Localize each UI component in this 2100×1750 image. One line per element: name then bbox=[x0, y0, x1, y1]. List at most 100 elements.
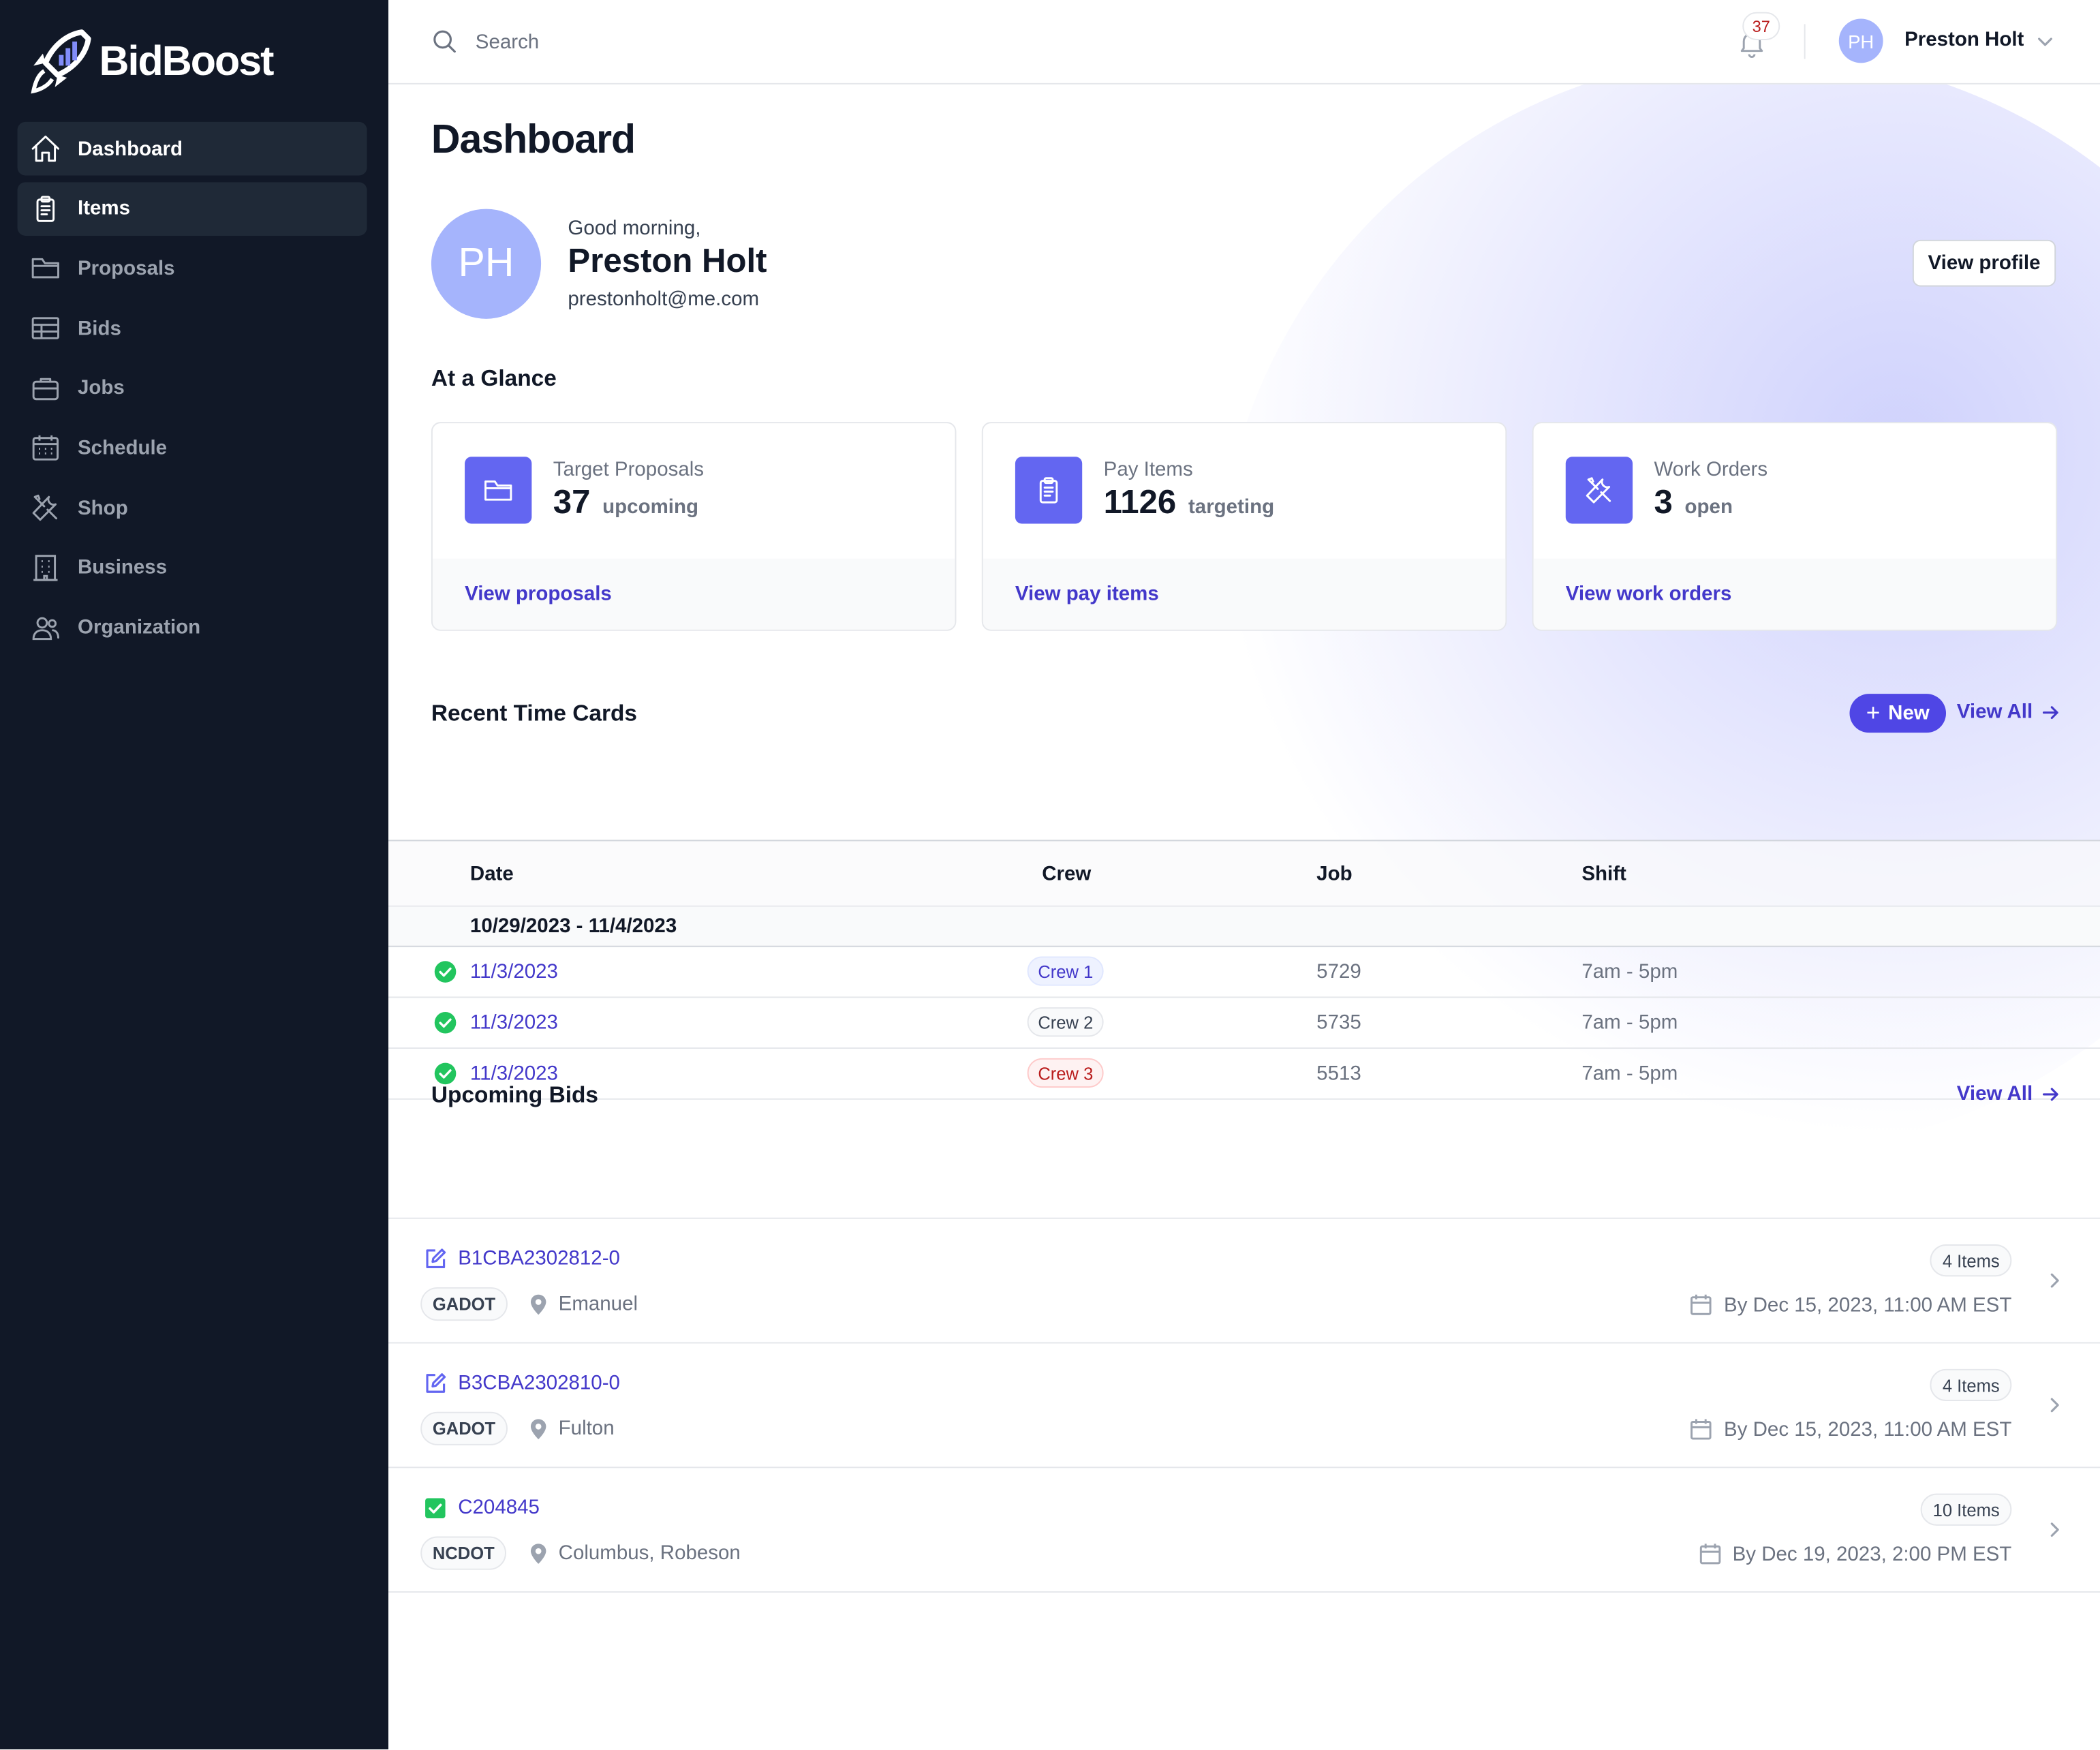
profile-name: Preston Holt bbox=[568, 242, 767, 280]
column-header-date[interactable]: Date bbox=[470, 863, 514, 885]
upcoming-bids-view-all-link[interactable]: View All bbox=[1957, 1082, 2061, 1105]
calendar-icon bbox=[1690, 1419, 1712, 1440]
view-pay-items-link[interactable]: View pay items bbox=[1015, 583, 1159, 605]
card-number: 1126 bbox=[1103, 483, 1177, 521]
card-label: Pay Items bbox=[1103, 458, 1193, 481]
greeting-text: Good morning, bbox=[568, 217, 701, 240]
view-proposals-link[interactable]: View proposals bbox=[465, 583, 612, 605]
view-work-orders-link[interactable]: View work orders bbox=[1566, 583, 1732, 605]
sidebar-item-bids[interactable]: Bids bbox=[18, 301, 367, 355]
folder-icon bbox=[31, 258, 59, 279]
table-header: Date Crew Job Shift bbox=[388, 840, 2100, 907]
view-profile-button[interactable]: View profile bbox=[1912, 239, 2056, 287]
bid-id-link[interactable]: B1CBA2302812-0 bbox=[458, 1247, 620, 1270]
items-count-badge: 10 Items bbox=[1920, 1493, 2012, 1526]
crew-badge: Crew 1 bbox=[1027, 956, 1105, 986]
bid-location: Fulton bbox=[558, 1417, 615, 1441]
sidebar-item-label: Jobs bbox=[78, 376, 125, 400]
time-card-date-link[interactable]: 11/3/2023 bbox=[470, 1011, 558, 1034]
sidebar-item-schedule[interactable]: Schedule bbox=[18, 421, 367, 475]
sidebar-item-label: Items bbox=[78, 197, 131, 220]
map-pin-icon bbox=[530, 1419, 546, 1440]
check-square-icon bbox=[425, 1498, 446, 1519]
new-time-card-button[interactable]: + New bbox=[1849, 694, 1947, 733]
sidebar-item-proposals[interactable]: Proposals bbox=[18, 242, 367, 296]
items-count-badge: 4 Items bbox=[1930, 1244, 2012, 1277]
home-icon bbox=[31, 136, 59, 162]
sidebar-item-shop[interactable]: Shop bbox=[18, 481, 367, 535]
main-content: 37 PH Preston Holt Dashboard PH Good mor… bbox=[388, 0, 2100, 1750]
sidebar-item-jobs[interactable]: Jobs bbox=[18, 361, 367, 415]
job-number: 5729 bbox=[1316, 960, 1361, 983]
notification-count-badge: 37 bbox=[1742, 12, 1780, 40]
time-cards-view-all-link[interactable]: View All bbox=[1957, 701, 2061, 723]
column-header-crew[interactable]: Crew bbox=[1042, 863, 1091, 885]
user-name[interactable]: Preston Holt bbox=[1904, 28, 2024, 50]
pay-items-card: Pay Items 1126 targeting View pay items bbox=[981, 422, 1507, 631]
sidebar-item-label: Business bbox=[78, 556, 168, 579]
card-icon-box bbox=[465, 457, 532, 524]
clipboard-icon bbox=[1039, 477, 1058, 504]
check-circle-icon bbox=[434, 1011, 457, 1034]
sidebar-item-label: Proposals bbox=[78, 257, 175, 280]
crew-badge: Crew 2 bbox=[1027, 1007, 1105, 1037]
sidebar-item-items[interactable]: Items bbox=[17, 181, 367, 236]
app-logo[interactable]: BidBoost bbox=[0, 27, 388, 96]
bid-row[interactable]: B3CBA2302810-0 GADOT Fulton 4 Items By D… bbox=[388, 1343, 2100, 1469]
building-icon bbox=[33, 554, 58, 581]
time-cards-title: Recent Time Cards bbox=[431, 701, 638, 726]
table-group-header: 10/29/2023 - 11/4/2023 bbox=[388, 906, 2100, 947]
arrow-right-icon bbox=[2042, 705, 2058, 719]
bid-row[interactable]: C204845 NCDOT Columbus, Robeson 10 Items… bbox=[388, 1468, 2100, 1593]
sidebar: BidBoost Dashboard Items Proposals Bids … bbox=[0, 0, 389, 1750]
chevron-right-icon[interactable] bbox=[2044, 1394, 2065, 1415]
sidebar-item-dashboard[interactable]: Dashboard bbox=[17, 121, 367, 176]
profile-email: prestonholt@me.com bbox=[568, 288, 760, 311]
check-circle-icon bbox=[434, 961, 457, 983]
users-icon bbox=[32, 616, 59, 640]
target-proposals-card: Target Proposals 37 upcoming View propos… bbox=[431, 422, 957, 631]
chevron-right-icon[interactable] bbox=[2044, 1270, 2065, 1291]
chevron-right-icon[interactable] bbox=[2044, 1519, 2065, 1540]
table-row[interactable]: 11/3/2023 Crew 1 5729 7am - 5pm bbox=[388, 947, 2100, 998]
column-header-shift[interactable]: Shift bbox=[1581, 863, 1626, 885]
table-row[interactable]: 11/3/2023 Crew 2 5735 7am - 5pm bbox=[388, 998, 2100, 1049]
profile-avatar: PH bbox=[431, 209, 542, 319]
sidebar-nav: Dashboard Items Proposals Bids Jobs Sche… bbox=[0, 121, 388, 655]
card-label: Work Orders bbox=[1654, 458, 1768, 481]
card-footer: View work orders bbox=[1533, 558, 2056, 630]
search-input[interactable] bbox=[475, 30, 1012, 53]
bid-due-date: By Dec 19, 2023, 2:00 PM EST bbox=[1697, 1541, 2011, 1565]
check-circle-icon bbox=[434, 1062, 457, 1085]
sidebar-item-label: Dashboard bbox=[78, 137, 183, 160]
chevron-down-icon[interactable] bbox=[2033, 29, 2057, 53]
folder-icon bbox=[484, 480, 512, 501]
map-pin-icon bbox=[530, 1544, 546, 1564]
bid-due-date: By Dec 15, 2023, 11:00 AM EST bbox=[1689, 1293, 2011, 1317]
card-unit: upcoming bbox=[602, 495, 699, 519]
topbar: 37 PH Preston Holt bbox=[388, 0, 2100, 85]
column-header-job[interactable]: Job bbox=[1316, 863, 1352, 885]
card-number: 3 bbox=[1654, 483, 1673, 521]
time-card-date-link[interactable]: 11/3/2023 bbox=[470, 1062, 558, 1085]
sidebar-item-label: Organization bbox=[78, 616, 201, 639]
sidebar-item-organization[interactable]: Organization bbox=[18, 601, 367, 655]
sidebar-item-label: Schedule bbox=[78, 436, 168, 460]
card-value: 3 open bbox=[1654, 484, 1733, 523]
card-icon-box bbox=[1565, 457, 1633, 524]
calendar-icon bbox=[32, 435, 59, 461]
upcoming-bids-list: B1CBA2302812-0 GADOT Emanuel 4 Items By … bbox=[388, 1217, 2100, 1593]
time-card-date-link[interactable]: 11/3/2023 bbox=[470, 960, 558, 983]
bid-row[interactable]: B1CBA2302812-0 GADOT Emanuel 4 Items By … bbox=[388, 1219, 2100, 1344]
user-avatar[interactable]: PH bbox=[1838, 18, 1883, 63]
search-icon bbox=[433, 30, 456, 53]
sidebar-item-business[interactable]: Business bbox=[18, 541, 367, 595]
table-icon bbox=[31, 317, 59, 339]
bid-id-link[interactable]: B3CBA2302810-0 bbox=[458, 1372, 620, 1394]
bid-id-link[interactable]: C204845 bbox=[458, 1496, 540, 1519]
arrow-right-icon bbox=[2042, 1087, 2058, 1101]
table-row[interactable]: 11/3/2023 Crew 3 5513 7am - 5pm bbox=[388, 1049, 2100, 1100]
card-unit: open bbox=[1684, 495, 1733, 519]
card-value: 37 upcoming bbox=[553, 484, 698, 523]
upcoming-bids-title: Upcoming Bids bbox=[431, 1082, 598, 1108]
